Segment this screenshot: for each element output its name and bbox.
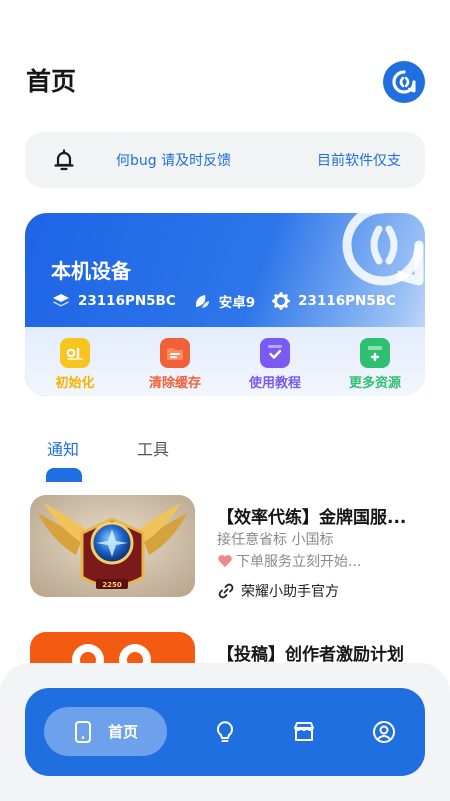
bulb-icon[interactable] [213, 720, 237, 744]
feed-desc-line2-text: 下单服务立刻开始... [236, 554, 362, 570]
device-card: 本机设备 23116PN5BC 安卓9 23116PN5BC 初始化 清除缓存 … [25, 213, 425, 396]
spec-build: 23116PN5BC [272, 292, 396, 310]
nav-home[interactable]: 首页 [44, 707, 167, 756]
add-resource-icon [360, 338, 390, 368]
bell-icon [54, 149, 74, 171]
action-more-resources[interactable]: 更多资源 [325, 327, 425, 396]
quick-actions: 初始化 清除缓存 使用教程 更多资源 [25, 327, 425, 396]
gear-icon [272, 292, 291, 310]
feed-desc-line1: 接任意省标 小国标 [217, 532, 334, 548]
decorative-logo-icon [342, 213, 424, 286]
action-more-resources-label: 更多资源 [348, 376, 401, 391]
action-tutorial-label: 使用教程 [248, 376, 301, 391]
profile-icon[interactable] [372, 720, 396, 744]
feed-item[interactable]: 2250 【效率代练】金牌国服... 接任意省标 小国标 下单服务立刻开始...… [30, 495, 420, 605]
feed-source-label: 荣耀小助手官方 [241, 584, 339, 600]
action-initialize-label: 初始化 [55, 376, 95, 391]
tutorial-check-icon [260, 338, 290, 368]
folder-clear-icon [160, 338, 190, 368]
page-title: 首页 [26, 67, 77, 96]
layers-icon [53, 294, 69, 307]
header: 首页 [0, 0, 450, 120]
feed-desc-line2: 下单服务立刻开始... [217, 551, 361, 571]
device-specs: 23116PN5BC 安卓9 23116PN5BC [52, 291, 413, 311]
notice-text-tail: 目前软件仅支 [317, 153, 401, 169]
spec-android: 安卓9 [193, 291, 255, 311]
nav-home-label: 首页 [108, 723, 139, 741]
home-phone-icon [75, 720, 91, 743]
feed-source[interactable]: 荣耀小助手官方 [217, 581, 339, 601]
action-clear-cache-label: 清除缓存 [148, 376, 201, 391]
feed-title: 【投稿】创作者激励计划 [217, 645, 404, 665]
initialize-icon [60, 338, 90, 368]
device-model: 23116PN5BC [78, 293, 176, 309]
action-clear-cache[interactable]: 清除缓存 [125, 327, 225, 396]
app-logo-icon [392, 70, 416, 94]
link-icon [218, 583, 234, 599]
store-icon[interactable] [292, 720, 316, 744]
device-title: 本机设备 [51, 259, 131, 283]
leaf-icon [195, 295, 209, 308]
feed-thumbnail: 2250 [30, 495, 195, 597]
bottom-nav: 首页 [25, 688, 425, 776]
tab-notifications[interactable]: 通知 [47, 436, 79, 460]
device-build: 23116PN5BC [298, 293, 396, 309]
notice-bar[interactable]: 何bug 请及时反馈 目前软件仅支 [25, 132, 425, 188]
thumbnail-badge-text: 2250 [102, 581, 122, 589]
action-tutorial[interactable]: 使用教程 [225, 327, 325, 396]
tab-tools[interactable]: 工具 [137, 436, 169, 460]
tab-indicator [46, 468, 82, 482]
action-initialize[interactable]: 初始化 [25, 327, 125, 396]
content-tabs: 通知 工具 [0, 430, 450, 482]
heart-icon [218, 555, 232, 567]
feed-title: 【效率代练】金牌国服... [217, 508, 407, 528]
spec-model: 23116PN5BC [52, 292, 176, 310]
notice-text: 何bug 请及时反馈 [116, 153, 232, 169]
app-logo-button[interactable] [383, 61, 425, 103]
android-version: 安卓9 [218, 295, 256, 311]
